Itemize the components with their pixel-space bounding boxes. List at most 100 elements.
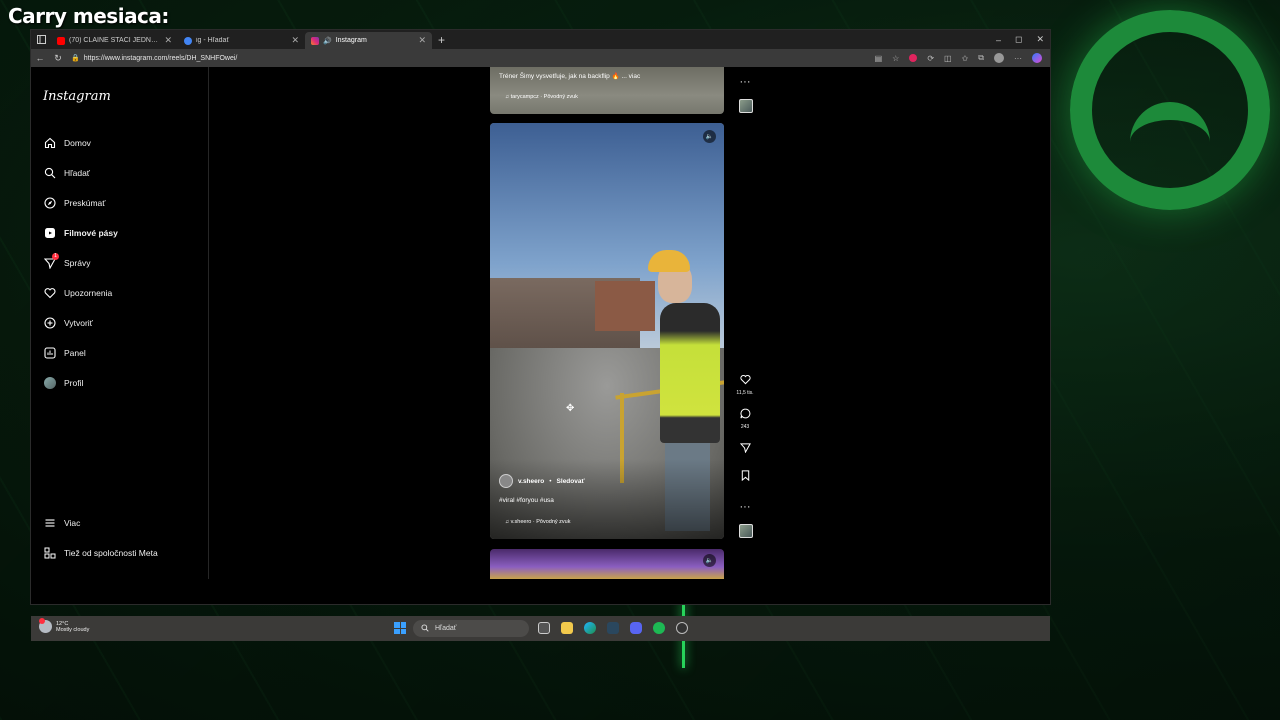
speaker-icon: 🔈 bbox=[705, 134, 714, 140]
cloud-icon bbox=[39, 618, 52, 633]
steam-icon[interactable] bbox=[607, 622, 619, 634]
mute-toggle-button[interactable]: 🔈 bbox=[703, 130, 716, 143]
comment-count: 243 bbox=[740, 424, 750, 430]
tab-actions-icon[interactable] bbox=[31, 30, 51, 49]
menu-icon bbox=[43, 517, 56, 530]
spotify-icon[interactable] bbox=[653, 622, 665, 634]
chart-icon bbox=[43, 347, 56, 360]
sidebar-item-search[interactable]: Hľadať bbox=[43, 158, 118, 188]
reel-author: v.sheero • Sledovať bbox=[499, 474, 585, 488]
profile-avatar[interactable] bbox=[994, 53, 1004, 63]
google-icon bbox=[184, 36, 192, 45]
new-tab-button[interactable]: + bbox=[438, 33, 445, 47]
plus-square-icon bbox=[43, 317, 56, 330]
home-icon bbox=[43, 137, 56, 150]
author-username[interactable]: v.sheero bbox=[518, 478, 544, 485]
youtube-icon bbox=[57, 36, 65, 45]
sidebar-item-create[interactable]: Vytvoriť bbox=[43, 308, 118, 338]
sidebar-item-explore[interactable]: Preskúmať bbox=[43, 188, 118, 218]
sidebar-item-home[interactable]: Domov bbox=[43, 128, 118, 158]
sidebar-nav: Domov Hľadať Preskúmať Filmové pásy 1 Sp… bbox=[43, 128, 118, 398]
heart-icon bbox=[43, 287, 56, 300]
refresh-icon[interactable]: ↻ bbox=[53, 53, 63, 64]
taskbar-search[interactable]: Hľadať bbox=[413, 620, 529, 637]
reel-video[interactable]: 🔈 ✥ v.sheero • Sledovať #viral #foryou #… bbox=[490, 123, 724, 539]
sidebar-item-profile[interactable]: Profil bbox=[43, 368, 118, 398]
meta-icon bbox=[43, 547, 56, 560]
sidebar-item-messages[interactable]: 1 Správy bbox=[43, 248, 118, 278]
close-tab-icon[interactable]: ✕ bbox=[164, 35, 172, 46]
search-icon bbox=[43, 167, 56, 180]
windows-taskbar: 12°C Mostly cloudy Hľadať bbox=[31, 616, 1050, 641]
comment-icon bbox=[733, 408, 757, 422]
copilot-icon[interactable] bbox=[1032, 53, 1042, 63]
reels-icon bbox=[43, 227, 56, 240]
sidebar-bottom: Viac Tiež od spoločnosti Meta bbox=[43, 508, 158, 568]
split-screen-icon[interactable]: ◫ bbox=[944, 54, 952, 63]
search-icon bbox=[421, 623, 429, 634]
sidebar-item-reels[interactable]: Filmové pásy bbox=[43, 218, 118, 248]
extension-icons: ▤ ☆ ⟳ ◫ ✩ ⧉ ··· bbox=[875, 53, 1046, 63]
instagram-logo[interactable]: Instagram bbox=[43, 89, 111, 104]
tab-search[interactable]: ig - Hľadať ✕ bbox=[178, 32, 305, 49]
save-button[interactable] bbox=[733, 470, 757, 484]
send-icon: 1 bbox=[43, 252, 59, 270]
minimize-button[interactable]: – bbox=[996, 35, 1001, 45]
edge-icon[interactable] bbox=[584, 622, 596, 634]
heart-icon bbox=[733, 374, 757, 388]
bookmark-icon bbox=[733, 470, 757, 484]
follow-button[interactable]: Sledovať bbox=[557, 478, 585, 485]
comment-button[interactable]: 243 bbox=[733, 408, 757, 430]
sidebar-item-notifications[interactable]: Upozornenia bbox=[43, 278, 118, 308]
close-tab-icon[interactable]: ✕ bbox=[418, 35, 426, 46]
windows-start-icon[interactable] bbox=[394, 622, 406, 634]
favorite-star-icon[interactable]: ☆ bbox=[892, 54, 899, 63]
avatar bbox=[43, 377, 56, 389]
mouse-cursor-icon: ✥ bbox=[566, 403, 575, 414]
close-tab-icon[interactable]: ✕ bbox=[291, 35, 299, 46]
reel-next[interactable]: 🔈 bbox=[490, 549, 724, 579]
mute-toggle-button[interactable]: 🔈 bbox=[703, 554, 716, 567]
reel-audio[interactable]: ♫ tarycampcz · Pôvodný zvuk bbox=[505, 94, 578, 100]
reel-audio[interactable]: ♫ v.sheero · Pôvodný zvuk bbox=[505, 519, 570, 525]
sidebar-item-dashboard[interactable]: Panel bbox=[43, 338, 118, 368]
favorites-icon[interactable]: ✩ bbox=[962, 54, 969, 63]
sidebar: Instagram Domov Hľadať Preskúmať Filmové… bbox=[31, 67, 209, 579]
maximize-button[interactable]: ◻ bbox=[1015, 34, 1022, 45]
more-options-button[interactable]: ··· bbox=[733, 497, 757, 515]
tab-youtube[interactable]: (70) CLAINĚ STAČÍ JEDNA MYŠLE... ✕ bbox=[51, 32, 178, 49]
window-controls: – ◻ ✕ bbox=[996, 30, 1044, 49]
sidebar-item-more[interactable]: Viac bbox=[43, 508, 158, 538]
more-options-button[interactable]: ··· bbox=[733, 72, 757, 90]
menu-dots-icon[interactable]: ··· bbox=[1014, 54, 1022, 63]
speaker-icon: 🔈 bbox=[705, 558, 714, 564]
share-button[interactable] bbox=[733, 442, 757, 456]
author-avatar[interactable] bbox=[499, 474, 513, 488]
reel-previous[interactable]: Tréner Šimy vysvetľuje, jak na backflip … bbox=[490, 67, 724, 114]
reel-caption: Tréner Šimy vysvetľuje, jak na backflip … bbox=[499, 73, 641, 80]
close-window-button[interactable]: ✕ bbox=[1036, 34, 1044, 45]
collections-icon[interactable]: ⧉ bbox=[978, 53, 984, 63]
unread-badge: 1 bbox=[52, 252, 59, 260]
weather-widget[interactable]: 12°C Mostly cloudy bbox=[39, 618, 90, 633]
like-count: 11,5 tis. bbox=[736, 390, 754, 396]
obs-icon[interactable] bbox=[676, 622, 688, 634]
audio-thumbnail[interactable] bbox=[739, 524, 753, 538]
weather-text: Mostly cloudy bbox=[56, 626, 90, 633]
tab-instagram[interactable]: 🔊 Instagram ✕ bbox=[305, 32, 432, 49]
shield-extension-icon[interactable] bbox=[909, 54, 918, 62]
brand-logo bbox=[1070, 10, 1270, 210]
audio-thumbnail[interactable] bbox=[739, 99, 753, 113]
file-explorer-icon[interactable] bbox=[561, 622, 573, 634]
reel-hashtags[interactable]: #viral #foryou #usa bbox=[499, 497, 554, 504]
sidebar-item-meta[interactable]: Tiež od spoločnosti Meta bbox=[43, 538, 158, 568]
reader-icon[interactable]: ▤ bbox=[875, 54, 883, 63]
task-view-icon[interactable] bbox=[538, 622, 550, 634]
like-button[interactable]: 11,5 tis. bbox=[733, 374, 757, 396]
url-field[interactable]: 🔒 https://www.instagram.com/reels/DH_SNH… bbox=[71, 54, 867, 63]
discord-icon[interactable] bbox=[630, 622, 642, 634]
instagram-page: Instagram Domov Hľadať Preskúmať Filmové… bbox=[31, 67, 1050, 641]
back-arrow-icon[interactable]: ← bbox=[35, 53, 45, 63]
extension-icon[interactable]: ⟳ bbox=[927, 54, 934, 63]
speaker-icon[interactable]: 🔊 bbox=[323, 37, 332, 45]
